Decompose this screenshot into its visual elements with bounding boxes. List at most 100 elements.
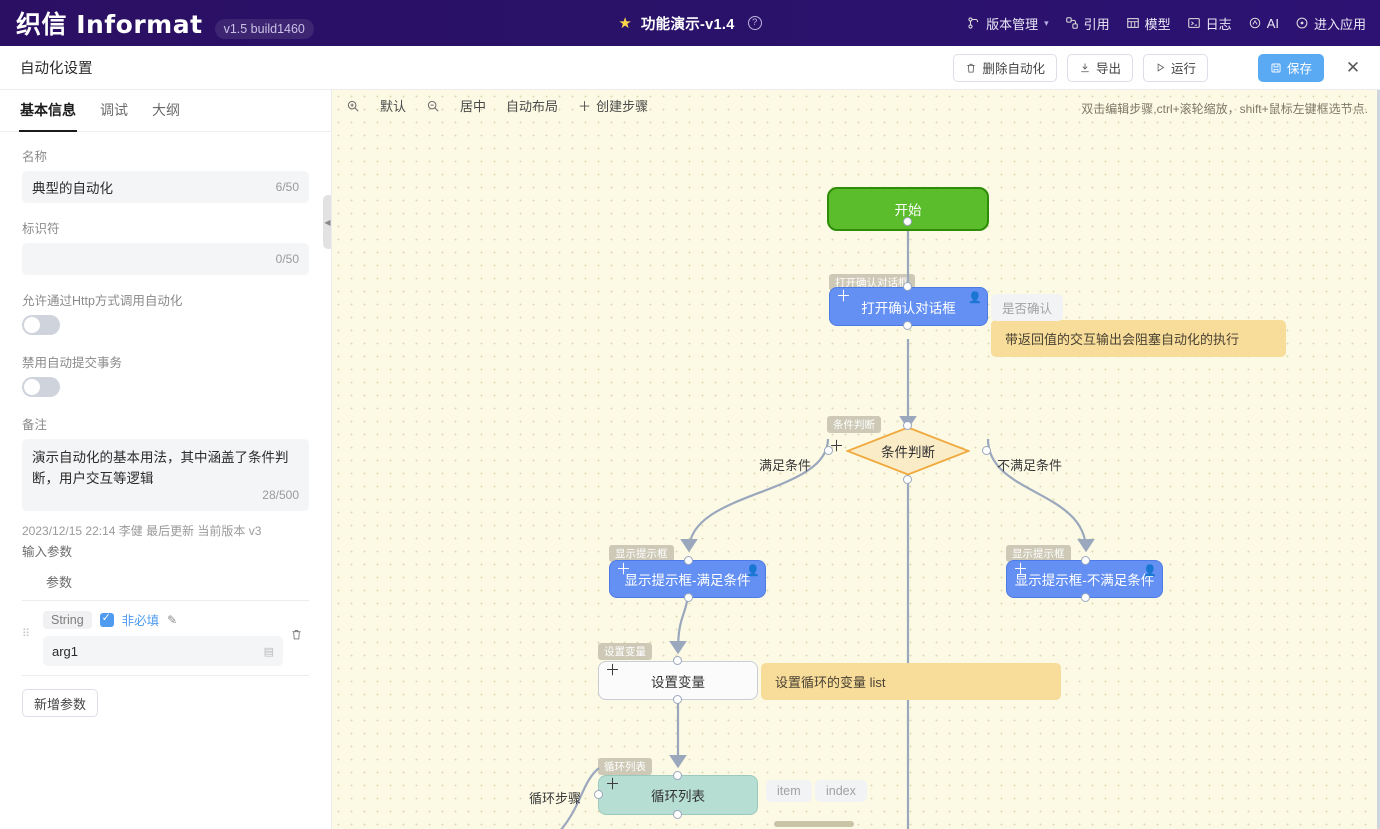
tip-unsatisfied-node-add-icon[interactable]: ＋ (1013, 563, 1028, 576)
start-node-output-port[interactable] (903, 217, 912, 226)
center-button[interactable]: 居中 (460, 96, 486, 115)
identifier-input[interactable]: 0/50 (22, 243, 309, 275)
param-optional-label[interactable]: 非必填 (122, 610, 160, 629)
drag-handle-icon[interactable]: ⠿ (22, 610, 32, 637)
tab-basic-info[interactable]: 基本信息 (20, 100, 76, 131)
open-confirm-node-add-icon[interactable]: ＋ (836, 290, 851, 303)
menu-log-label: 日志 (1206, 14, 1232, 33)
save-button[interactable]: 保存 (1258, 54, 1324, 82)
delete-automation-button[interactable]: 删除自动化 (953, 54, 1057, 82)
link-icon (1065, 16, 1079, 30)
tab-outline[interactable]: 大纲 (152, 100, 180, 131)
menu-reference[interactable]: 引用 (1065, 14, 1110, 33)
main-body: 基本信息 调试 大纲 名称 典型的自动化 6/50 标识符 0/50 允许通过H… (0, 90, 1380, 829)
param-type-chip[interactable]: String (43, 611, 92, 629)
trash-icon (965, 62, 977, 74)
create-step-button[interactable]: ＋ 创建步骤 (578, 96, 648, 115)
branch-icon (967, 16, 981, 30)
loop-list-node-output-port[interactable] (673, 810, 682, 819)
top-bar: 织信 Informat v1.5 build1460 ★ 功能演示-v1.4 ?… (0, 0, 1380, 46)
tip-satisfied-node-add-icon[interactable]: ＋ (616, 563, 631, 576)
param-delete-button[interactable] (283, 610, 309, 644)
run-button[interactable]: 运行 (1143, 54, 1208, 82)
loop-list-node-add-icon[interactable]: ＋ (605, 778, 620, 791)
tip-unsatisfied-node-output-port[interactable] (1081, 593, 1090, 602)
person-icon: 👤 (1143, 564, 1157, 577)
param-optional-checkbox[interactable] (100, 613, 114, 627)
name-input-value: 典型的自动化 (32, 177, 113, 197)
param-main: String 非必填 ✎ arg1 ▤ (32, 610, 283, 666)
horizontal-scrollbar[interactable] (774, 821, 854, 827)
param-name-value: arg1 (52, 644, 78, 659)
autocommit-toggle[interactable] (22, 377, 60, 397)
person-icon: 👤 (968, 291, 982, 304)
condition-node-label: 条件判断 (846, 426, 970, 476)
zoom-out-button[interactable] (426, 99, 440, 113)
help-icon[interactable]: ? (748, 16, 762, 30)
menu-version-management[interactable]: 版本管理 ▾ (967, 14, 1049, 33)
zoom-in-icon (346, 99, 360, 113)
zoom-in-button[interactable] (346, 99, 360, 113)
export-button[interactable]: 导出 (1067, 54, 1133, 82)
name-input[interactable]: 典型的自动化 6/50 (22, 171, 309, 203)
tip-satisfied-node-output-port[interactable] (684, 593, 693, 602)
note-loop-variable: 设置循环的变量 list (761, 663, 1061, 700)
basic-info-form: 名称 典型的自动化 6/50 标识符 0/50 允许通过Http方式调用自动化 … (0, 132, 331, 717)
menu-version-management-label: 版本管理 (986, 14, 1038, 33)
condition-node-false-port[interactable] (982, 446, 991, 455)
loop-index-pill[interactable]: index (815, 780, 867, 802)
reset-zoom-button[interactable]: 默认 (380, 96, 406, 115)
zoom-out-icon (426, 99, 440, 113)
set-variable-node-input-port[interactable] (673, 656, 682, 665)
close-icon[interactable]: ✕ (1340, 55, 1366, 81)
settings-sidebar: 基本信息 调试 大纲 名称 典型的自动化 6/50 标识符 0/50 允许通过H… (0, 90, 332, 829)
tab-debug[interactable]: 调试 (100, 100, 128, 131)
confirm-output-pill[interactable]: 是否确认 (991, 294, 1063, 321)
remark-value: 演示自动化的基本用法，其中涵盖了条件判断，用户交互等逻辑 (32, 450, 289, 486)
loop-list-node-input-port[interactable] (673, 771, 682, 780)
sidebar-collapse-handle[interactable]: ◀ (323, 195, 332, 249)
tip-unsatisfied-node-input-port[interactable] (1081, 556, 1090, 565)
menu-enter-app[interactable]: 进入应用 (1295, 14, 1366, 33)
open-confirm-node-input-port[interactable] (903, 282, 912, 291)
http-toggle[interactable] (22, 315, 60, 335)
menu-ai[interactable]: AI (1248, 16, 1279, 31)
loop-list-node-loop-port[interactable] (594, 790, 603, 799)
terminal-icon (1187, 16, 1201, 30)
edge-label-unsatisfied: 不满足条件 (997, 455, 1062, 474)
menu-model-label: 模型 (1145, 14, 1171, 33)
remark-counter: 28/500 (262, 485, 299, 506)
play-icon (1155, 62, 1166, 73)
edge-label-loop-step: 循环步骤 (529, 788, 581, 807)
condition-node-true-port[interactable] (824, 446, 833, 455)
note-blocking: 带返回值的交互输出会阻塞自动化的执行 (991, 320, 1286, 357)
pencil-icon[interactable]: ✎ (167, 613, 177, 627)
ai-icon (1248, 16, 1262, 30)
auto-layout-label: 自动布局 (506, 96, 558, 115)
menu-model[interactable]: 模型 (1126, 14, 1171, 33)
param-options: String 非必填 ✎ (43, 610, 283, 629)
condition-node[interactable]: 条件判断 (846, 426, 970, 476)
remark-textarea[interactable]: 演示自动化的基本用法，其中涵盖了条件判断，用户交互等逻辑 28/500 (22, 439, 309, 511)
edge-label-satisfied: 满足条件 (759, 455, 811, 474)
loop-list-node[interactable]: ＋ 循环列表 (598, 775, 758, 815)
param-name-input[interactable]: arg1 ▤ (43, 636, 283, 666)
set-variable-node-add-icon[interactable]: ＋ (605, 664, 620, 677)
tip-unsatisfied-node-label: 显示提示框-不满足条件 (1015, 569, 1155, 589)
menu-log[interactable]: 日志 (1187, 14, 1232, 33)
set-variable-node-output-port[interactable] (673, 695, 682, 704)
download-icon (1079, 62, 1091, 74)
tip-satisfied-node-input-port[interactable] (684, 556, 693, 565)
export-label: 导出 (1096, 58, 1121, 77)
auto-layout-button[interactable]: 自动布局 (506, 96, 558, 115)
save-icon (1270, 62, 1282, 74)
doc-icon[interactable]: ▤ (264, 645, 274, 658)
open-confirm-node-output-port[interactable] (903, 321, 912, 330)
name-label: 名称 (22, 146, 309, 165)
tip-satisfied-node-label: 显示提示框-满足条件 (625, 569, 751, 589)
loop-item-pill[interactable]: item (766, 780, 812, 802)
condition-node-bottom-port[interactable] (903, 475, 912, 484)
flow-canvas[interactable]: 默认 居中 自动布局 ＋ 创建步骤 双击编辑步骤,ctrl+滚轮缩放，shift… (332, 90, 1380, 829)
add-param-button[interactable]: 新增参数 (22, 689, 98, 717)
condition-node-input-port[interactable] (903, 421, 912, 430)
